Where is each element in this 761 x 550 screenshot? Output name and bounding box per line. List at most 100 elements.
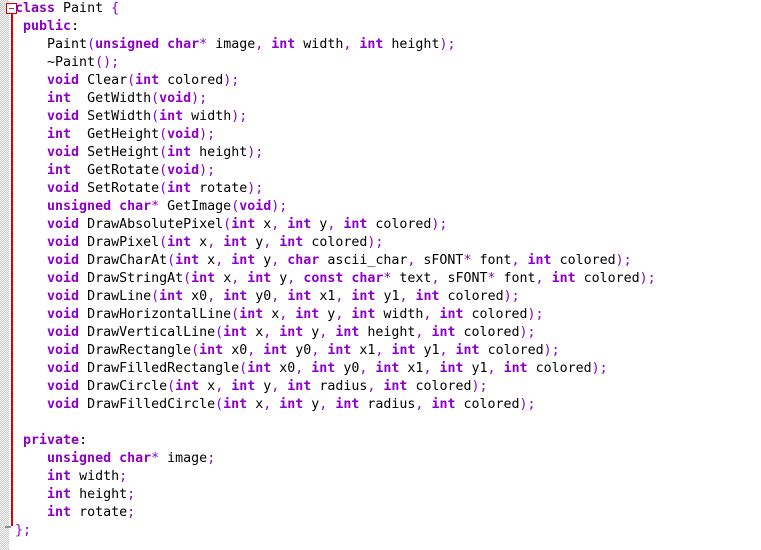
code-text-area[interactable]: class Paint { public: Paint(unsigned cha… (15, 0, 761, 540)
code-line: int GetRotate(void); (15, 162, 761, 180)
code-token: ); (223, 73, 240, 88)
code-token: ( (151, 289, 160, 304)
code-token: x1 (399, 361, 424, 376)
code-token: int (47, 487, 72, 502)
code-token: colored (527, 361, 592, 376)
code-token: void (47, 361, 80, 376)
code-token: ; (23, 523, 32, 538)
code-token: ; (119, 469, 128, 484)
code-token: rotate (191, 181, 248, 196)
code-token: ); (271, 199, 288, 214)
code-token: char (351, 271, 384, 286)
code-line: void SetRotate(int rotate); (15, 180, 761, 198)
code-token: { (111, 1, 120, 16)
code-token: x (215, 271, 232, 286)
code-token: ( (231, 307, 240, 322)
code-token: : (79, 433, 88, 448)
code-token: int (167, 235, 192, 250)
code-token: int (47, 163, 72, 178)
code-token: SetWidth (79, 109, 152, 124)
code-token: void (47, 181, 80, 196)
code-token: ( (159, 181, 168, 196)
code-token: int (527, 253, 552, 268)
code-token: int (279, 325, 304, 340)
code-line: void SetWidth(int width); (15, 108, 761, 126)
code-token: , (511, 253, 520, 268)
code-token: Paint (15, 37, 88, 52)
code-line: void DrawFilledRectangle(int x0, int y0,… (15, 360, 761, 378)
code-token: class (15, 1, 56, 16)
code-token: int (247, 361, 272, 376)
code-token: int (175, 379, 200, 394)
code-token: private (23, 433, 80, 448)
code-token: y (271, 271, 288, 286)
code-token: int (247, 271, 272, 286)
code-token: int (239, 307, 264, 322)
code-token: ( (191, 343, 200, 358)
code-token: y (311, 217, 328, 232)
code-token: * (487, 271, 496, 286)
code-token: image (159, 451, 208, 466)
code-token: colored (479, 343, 544, 358)
code-token: } (15, 523, 24, 538)
code-token: char (287, 253, 320, 268)
code-token: const (303, 271, 344, 286)
code-token: colored (551, 253, 616, 268)
code-token: void (47, 145, 80, 160)
code-token: int (335, 325, 360, 340)
code-token: int (135, 73, 160, 88)
code-token: font (495, 271, 536, 286)
code-token: int (223, 235, 248, 250)
code-line: int width; (15, 468, 761, 486)
code-line: int height; (15, 486, 761, 504)
code-token: DrawVerticalLine (79, 325, 216, 340)
code-line: int GetWidth(void); (15, 90, 761, 108)
code-token: height (191, 145, 248, 160)
code-token: int (503, 361, 528, 376)
code-token: colored (159, 73, 224, 88)
code-token: colored (455, 397, 520, 412)
code-token: unsigned (47, 199, 112, 214)
code-token: y0 (287, 343, 312, 358)
code-token: colored (455, 325, 520, 340)
code-token: DrawCircle (79, 379, 168, 394)
code-line: void DrawHorizontalLine(int x, int y, in… (15, 306, 761, 324)
code-fold-end-marker (5, 526, 11, 528)
code-token: ( (167, 253, 176, 268)
code-token: int (287, 217, 312, 232)
code-token: x (199, 379, 216, 394)
code-editor[interactable]: class Paint { public: Paint(unsigned cha… (0, 0, 761, 550)
editor-gutter (0, 0, 9, 550)
code-token: ); (591, 361, 608, 376)
code-token: ( (239, 361, 248, 376)
code-line: class Paint { (15, 0, 761, 18)
code-fold-guide-line (11, 9, 13, 526)
code-token: int (199, 343, 224, 358)
code-token: x (247, 397, 264, 412)
code-token: int (159, 289, 184, 304)
code-token: int (335, 397, 360, 412)
code-token: ( (151, 91, 160, 106)
code-token: ); (199, 127, 216, 142)
